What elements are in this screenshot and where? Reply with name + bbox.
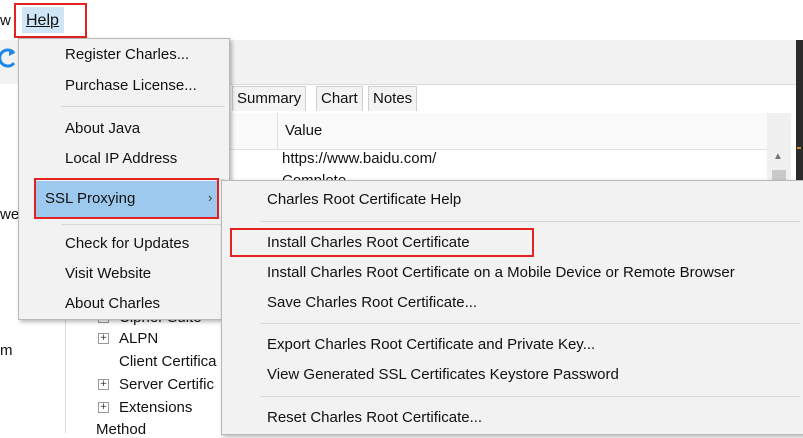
scroll-up-arrow-icon[interactable]: ▲ bbox=[773, 151, 783, 162]
tree-item-client-certificate[interactable]: Client Certifica bbox=[119, 353, 217, 370]
menu-separator bbox=[61, 224, 225, 225]
menu-help[interactable]: Help bbox=[22, 7, 64, 33]
menu-item-local-ip[interactable]: Local IP Address bbox=[65, 150, 177, 167]
menu-item-check-updates[interactable]: Check for Updates bbox=[65, 235, 189, 252]
tab-chart[interactable]: Chart bbox=[316, 86, 363, 111]
tab-summary[interactable]: Summary bbox=[232, 86, 307, 111]
menu-item-ssl-proxying-label: SSL Proxying bbox=[45, 190, 136, 207]
menu-separator bbox=[260, 323, 800, 324]
menu-separator bbox=[61, 106, 225, 107]
menu-separator bbox=[61, 179, 225, 180]
tree-item-extensions[interactable]: Extensions bbox=[119, 399, 192, 416]
edge-marker bbox=[797, 147, 801, 149]
refresh-icon[interactable] bbox=[0, 46, 16, 70]
table-cell-url[interactable]: https://www.baidu.com/ bbox=[282, 150, 436, 167]
tab-notes[interactable]: Notes bbox=[368, 86, 418, 111]
column-header-value[interactable]: Value bbox=[285, 122, 322, 139]
tree-item-alpn[interactable]: ALPN bbox=[119, 330, 158, 347]
menu-item-about-java[interactable]: About Java bbox=[65, 120, 140, 137]
ssl-proxying-submenu: Charles Root Certificate Help Install Ch… bbox=[221, 180, 803, 435]
submenu-item-root-cert-help[interactable]: Charles Root Certificate Help bbox=[267, 191, 461, 208]
submenu-item-install-root-cert[interactable]: Install Charles Root Certificate bbox=[267, 234, 470, 251]
submenu-item-reset-root-cert[interactable]: Reset Charles Root Certificate... bbox=[267, 409, 482, 426]
expand-plus-icon[interactable]: + bbox=[98, 402, 109, 413]
menu-separator bbox=[260, 396, 800, 397]
submenu-item-save-root-cert[interactable]: Save Charles Root Certificate... bbox=[267, 294, 477, 311]
menu-item-purchase-license[interactable]: Purchase License... bbox=[65, 77, 197, 94]
tree-item-server-certificate[interactable]: Server Certific bbox=[119, 376, 214, 393]
help-menu: Register Charles... Purchase License... … bbox=[18, 38, 230, 320]
menu-bar bbox=[0, 0, 803, 41]
expand-plus-icon[interactable]: + bbox=[98, 333, 109, 344]
submenu-item-install-mobile[interactable]: Install Charles Root Certificate on a Mo… bbox=[267, 264, 735, 281]
menu-item-register[interactable]: Register Charles... bbox=[65, 46, 189, 63]
left-pane-fragment: m bbox=[0, 342, 13, 359]
menu-item-visit-website[interactable]: Visit Website bbox=[65, 265, 151, 282]
menu-item-partial[interactable]: w bbox=[0, 12, 11, 29]
chevron-right-icon: › bbox=[208, 190, 213, 205]
menu-item-about-charles[interactable]: About Charles bbox=[65, 295, 160, 312]
submenu-item-view-keystore-password[interactable]: View Generated SSL Certificates Keystore… bbox=[267, 366, 619, 383]
left-pane-fragment: we bbox=[0, 206, 20, 223]
submenu-item-export-cert-key[interactable]: Export Charles Root Certificate and Priv… bbox=[267, 336, 595, 353]
menu-help-label: Help bbox=[26, 12, 59, 29]
tree-item-method[interactable]: Method bbox=[96, 421, 146, 438]
menu-item-ssl-proxying[interactable]: SSL Proxying › bbox=[34, 181, 218, 217]
expand-plus-icon[interactable]: + bbox=[98, 379, 109, 390]
menu-separator bbox=[260, 221, 800, 222]
